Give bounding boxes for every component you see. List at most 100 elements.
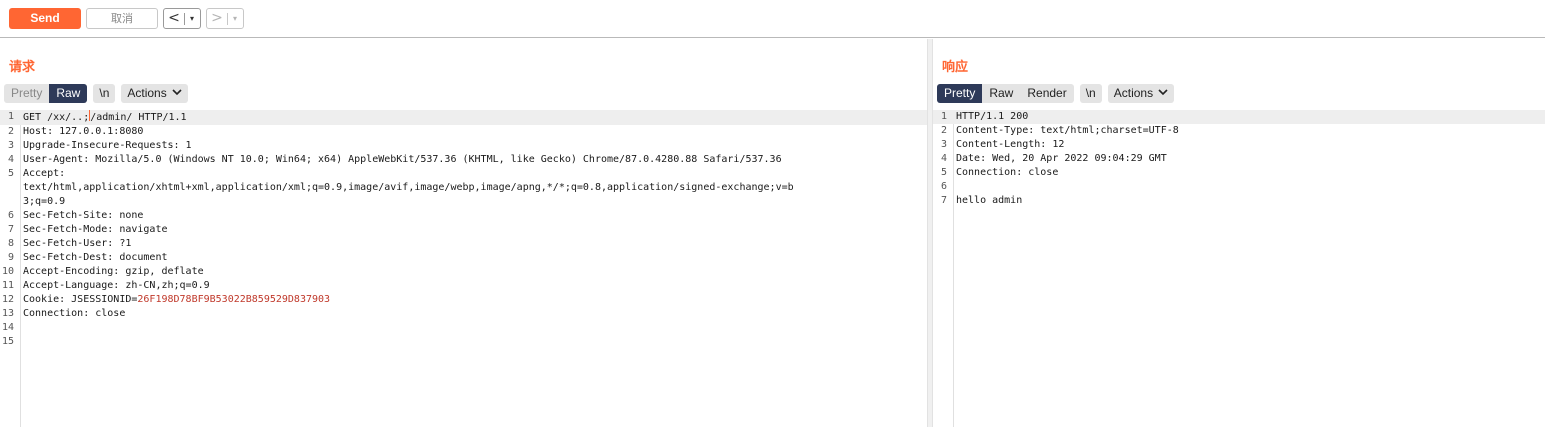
code-line: 4 User-Agent: Mozilla/5.0 (Windows NT 10…: [0, 153, 927, 167]
line-number: 5: [940, 167, 947, 178]
code-text: Date: Wed, 20 Apr 2022 09:04:29 GMT: [956, 153, 1167, 164]
response-view-toggle: Pretty Raw Render: [937, 84, 1074, 103]
code-line: 5 Accept:: [0, 167, 927, 181]
code-text: Host: 127.0.0.1:8080: [23, 126, 144, 137]
line-number: 9: [7, 252, 14, 263]
line-number: 3: [7, 140, 14, 151]
response-view-bar: Pretty Raw Render \n Actions: [937, 84, 1175, 103]
code-text: Accept-Encoding: gzip, deflate: [23, 266, 204, 277]
actions-label: Actions: [1113, 86, 1154, 100]
code-line: 13 Connection: close: [0, 307, 927, 321]
code-line: 7 hello admin: [933, 194, 1545, 208]
line-number: 14: [1, 322, 14, 333]
request-editor[interactable]: 1 GET /xx/..;/admin/ HTTP/1.1 2 Host: 12…: [0, 110, 927, 427]
code-line: 9 Sec-Fetch-Dest: document: [0, 251, 927, 265]
cookie-value: 26F198D78BF9B53022B859529D837903: [137, 294, 331, 305]
dropdown-arrow-icon[interactable]: ▾: [228, 14, 242, 23]
chevron-down-icon: [1158, 84, 1168, 103]
code-line-continuation: text/html,application/xhtml+xml,applicat…: [0, 181, 927, 195]
response-editor[interactable]: 1 HTTP/1.1 200 2 Content-Type: text/html…: [933, 110, 1545, 427]
code-text: GET /xx/..;/admin/ HTTP/1.1: [20, 110, 187, 125]
code-line: 2 Host: 127.0.0.1:8080: [0, 125, 927, 139]
send-button[interactable]: Send: [9, 8, 81, 29]
actions-label: Actions: [127, 86, 167, 100]
code-line: 7 Sec-Fetch-Mode: navigate: [0, 223, 927, 237]
code-line: 3 Upgrade-Insecure-Requests: 1: [0, 139, 927, 153]
back-nav: < ▾: [163, 8, 201, 29]
code-line: 1 HTTP/1.1 200: [933, 110, 1545, 124]
line-number: 6: [940, 181, 947, 192]
line-number: 7: [7, 224, 14, 235]
chevron-right-icon[interactable]: >: [207, 9, 227, 28]
code-line: 11 Accept-Language: zh-CN,zh;q=0.9: [0, 279, 927, 293]
newline-toggle-button[interactable]: \n: [1079, 84, 1102, 103]
tab-render[interactable]: Render: [1020, 84, 1073, 103]
code-line: 14: [0, 321, 927, 335]
code-line: 8 Sec-Fetch-User: ?1: [0, 237, 927, 251]
top-toolbar: Send 取消 < ▾ > ▾: [0, 0, 1545, 38]
line-number-blank: [0, 195, 20, 209]
line-number: 12: [1, 294, 14, 305]
line-number: 15: [1, 336, 14, 347]
tab-pretty[interactable]: Pretty: [4, 84, 49, 103]
code-text: Content-Type: text/html;charset=UTF-8: [956, 125, 1179, 136]
newline-toggle-button[interactable]: \n: [93, 84, 116, 103]
line-number: 8: [7, 238, 14, 249]
response-title: 响应: [942, 60, 969, 75]
code-line: 6: [933, 180, 1545, 194]
code-text: Content-Length: 12: [956, 139, 1065, 150]
chevron-left-icon[interactable]: <: [164, 9, 184, 28]
code-line-continuation: 3;q=0.9: [0, 195, 927, 209]
dropdown-arrow-icon[interactable]: ▾: [185, 14, 199, 23]
code-text: Connection: close: [956, 167, 1059, 178]
forward-nav: > ▾: [206, 8, 244, 29]
code-line: 1 GET /xx/..;/admin/ HTTP/1.1: [0, 110, 927, 125]
code-text: Cookie: JSESSIONID=26F198D78BF9B53022B85…: [20, 293, 330, 307]
code-segment: GET /xx/..;: [23, 112, 90, 123]
line-number: 3: [940, 139, 947, 150]
code-text: Sec-Fetch-Site: none: [23, 210, 144, 221]
tab-raw[interactable]: Raw: [49, 84, 88, 103]
line-number: 7: [940, 195, 947, 206]
cancel-button[interactable]: 取消: [86, 8, 158, 29]
code-text: User-Agent: Mozilla/5.0 (Windows NT 10.0…: [23, 154, 782, 165]
code-text: HTTP/1.1 200: [956, 111, 1029, 122]
actions-button[interactable]: Actions: [121, 84, 188, 103]
code-line: 4 Date: Wed, 20 Apr 2022 09:04:29 GMT: [933, 152, 1545, 166]
line-number: 1: [940, 111, 947, 122]
header-key: Cookie: JSESSIONID=: [23, 294, 138, 305]
code-text: Upgrade-Insecure-Requests: 1: [23, 140, 192, 151]
code-text: Sec-Fetch-Dest: document: [23, 252, 168, 263]
request-panel: 请求 Pretty Raw \n Actions 1 GET /xx/..;/a…: [0, 39, 927, 427]
code-line: 10 Accept-Encoding: gzip, deflate: [0, 265, 927, 279]
code-line: 15: [0, 335, 927, 349]
code-text: Sec-Fetch-Mode: navigate: [23, 224, 168, 235]
code-line: 2 Content-Type: text/html;charset=UTF-8: [933, 124, 1545, 138]
line-number: 10: [1, 266, 14, 277]
line-number: 2: [7, 126, 14, 137]
code-text: text/html,application/xhtml+xml,applicat…: [23, 182, 794, 193]
code-line: 3 Content-Length: 12: [933, 138, 1545, 152]
line-number: 6: [7, 210, 14, 221]
line-number-blank: [0, 181, 20, 195]
line-number: 4: [7, 154, 14, 165]
line-number: 2: [940, 125, 947, 136]
line-number: 1: [7, 111, 14, 122]
tab-pretty[interactable]: Pretty: [937, 84, 983, 103]
tab-raw[interactable]: Raw: [982, 84, 1020, 103]
code-line: 12 Cookie: JSESSIONID=26F198D78BF9B53022…: [0, 293, 927, 307]
request-view-bar: Pretty Raw \n Actions: [4, 84, 188, 103]
line-number: 5: [7, 168, 14, 179]
code-line: 5 Connection: close: [933, 166, 1545, 180]
request-view-toggle: Pretty Raw: [4, 84, 88, 103]
line-number: 11: [1, 280, 14, 291]
code-text: Connection: close: [23, 308, 126, 319]
code-text: hello admin: [956, 195, 1023, 206]
code-text: Accept:: [23, 168, 66, 179]
line-number: 13: [1, 308, 14, 319]
actions-button[interactable]: Actions: [1107, 84, 1175, 103]
line-number: 4: [940, 153, 947, 164]
